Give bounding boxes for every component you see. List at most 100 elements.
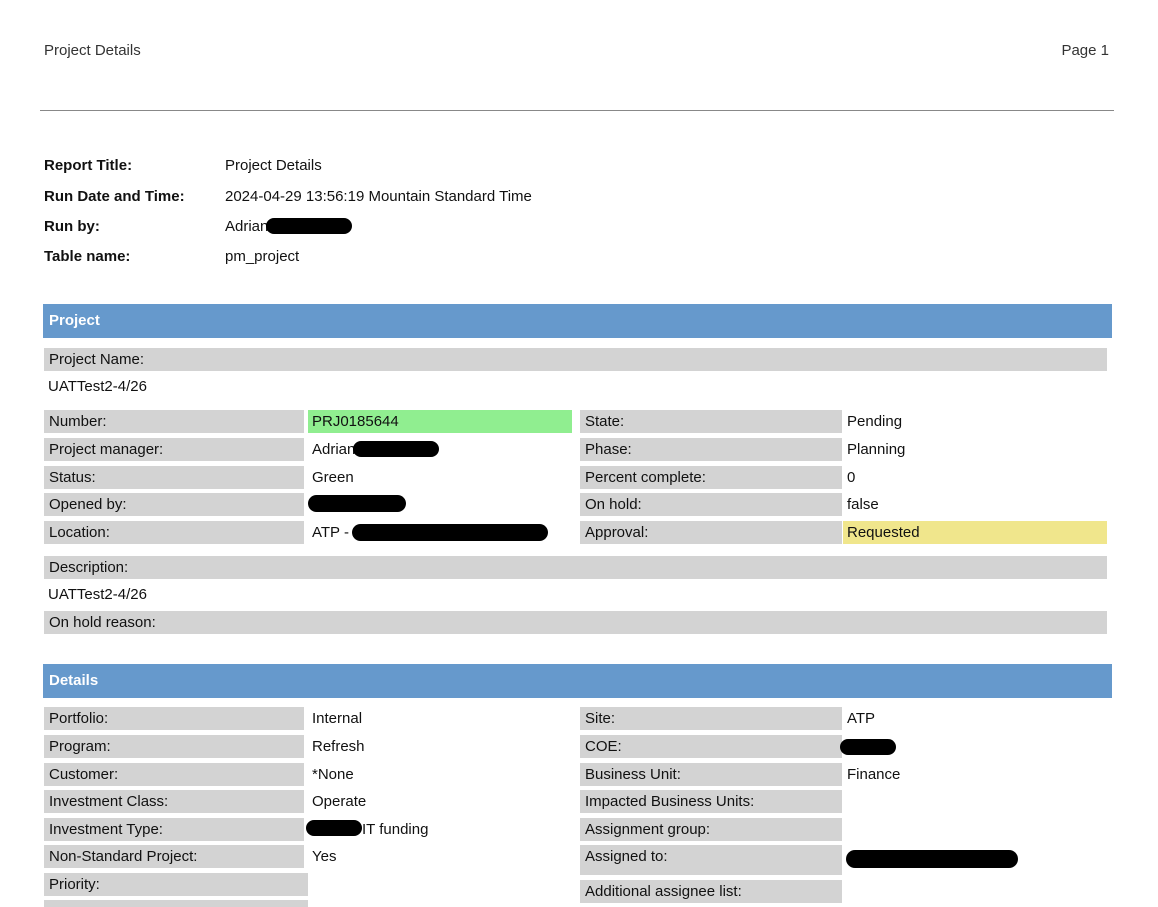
label-text: Number: [49,413,107,430]
label-text: On hold: [585,496,642,513]
header-divider [40,110,1114,111]
opened-by-label: Opened by: [44,493,304,516]
impacted-business-units-label: Impacted Business Units: [580,790,842,813]
label-text: Project Name: [49,351,145,368]
investment-class-value: Operate [308,790,572,813]
section-header-project: Project [43,304,1112,338]
table-name-label: Table name: [44,248,131,265]
label-text: Portfolio: [49,710,109,727]
label-text: Program: [49,738,111,755]
location-label: Location: [44,521,304,544]
redaction-mark [266,218,352,234]
number-label: Number: [44,410,304,433]
site-label: Site: [580,707,842,730]
value-text: UATTest2-4/26 [48,378,147,395]
status-value: Green [308,466,572,489]
value-text: Yes [312,848,337,865]
label-text: On hold reason: [49,614,156,631]
label-text: COE: [585,738,622,755]
percent-complete-label: Percent complete: [580,466,842,489]
page-number: Page 1 [1061,42,1109,59]
label-text: Assigned to: [585,848,668,865]
value-text: Green [312,469,354,486]
page-header-title: Project Details [44,42,141,59]
value-text: ATP - [312,524,349,541]
on-hold-reason-label: On hold reason: [44,611,1107,634]
value-text: *None [312,766,354,783]
approval-value: Requested [843,521,1107,544]
section-title: Project [49,312,100,329]
label-text: Investment Class: [49,793,169,810]
state-label: State: [580,410,842,433]
priority-label: Priority: [44,873,308,896]
phase-value: Planning [843,438,1107,461]
project-manager-label: Project manager: [44,438,304,461]
run-by-label: Run by: [44,218,100,235]
label-text: State: [585,413,625,430]
phase-label: Phase: [580,438,842,461]
description-value: UATTest2-4/26 [44,583,444,606]
label-text: Business Unit: [585,766,681,783]
redaction-mark [840,739,896,755]
label-text: Non-Standard Project: [49,848,198,865]
on-hold-label: On hold: [580,493,842,516]
value-text: Internal [312,710,363,727]
project-name-label: Project Name: [44,348,1107,371]
value-text: IT funding [362,821,429,838]
description-label: Description: [44,556,1107,579]
label-text: Opened by: [49,496,127,513]
on-hold-value: false [843,493,1107,516]
approval-label: Approval: [580,521,842,544]
table-name-value: pm_project [225,248,300,265]
project-manager-value: Adrian [308,438,572,461]
non-standard-project-label: Non-Standard Project: [44,845,304,868]
value-text: Planning [847,441,906,458]
value-text: Operate [312,793,367,810]
value-text: PRJ0185644 [312,413,399,430]
section-header-details: Details [43,664,1112,698]
business-unit-label: Business Unit: [580,763,842,786]
label-text: Assignment group: [585,821,711,838]
value-text: 0 [847,469,856,486]
report-title-label: Report Title: [44,157,133,174]
additional-assignee-label: Additional assignee list: [580,880,842,903]
portfolio-label: Portfolio: [44,707,304,730]
run-date-value: 2024-04-29 13:56:19 Mountain Standard Ti… [225,188,532,205]
label-text: Description: [49,559,129,576]
label-text: Additional assignee list: [585,883,742,900]
program-label: Program: [44,735,304,758]
program-value: Refresh [308,735,572,758]
redaction-mark [306,820,362,836]
label-text: Percent complete: [585,469,706,486]
label-text: Investment Type: [49,821,163,838]
report-title-value: Project Details [225,157,322,174]
redaction-mark [352,524,548,541]
section-title: Details [49,672,99,689]
run-date-label: Run Date and Time: [44,188,185,205]
value-text: Refresh [312,738,365,755]
label-text: Approval: [585,524,649,541]
coe-label: COE: [580,735,842,758]
value-text: Finance [847,766,901,783]
number-value: PRJ0185644 [308,410,572,433]
non-standard-project-value: Yes [308,845,572,868]
investment-class-label: Investment Class: [44,790,304,813]
value-text: ATP [847,710,876,727]
value-text: Pending [847,413,903,430]
run-by-value: Adrian [225,218,269,235]
state-value: Pending [843,410,1107,433]
redaction-mark [846,850,1018,868]
assignment-group-label: Assignment group: [580,818,842,841]
assigned-to-label: Assigned to: [580,845,842,875]
value-text: Requested [847,524,920,541]
value-text: UATTest2-4/26 [48,586,147,603]
redaction-mark [353,441,439,457]
portfolio-value: Internal [308,707,572,730]
label-text: Site: [585,710,616,727]
label-text: Project manager: [49,441,164,458]
cut-off-label [44,900,308,907]
label-text: Status: [49,469,96,486]
value-text: false [847,496,879,513]
redaction-mark [308,495,406,512]
label-text: Priority: [49,876,100,893]
